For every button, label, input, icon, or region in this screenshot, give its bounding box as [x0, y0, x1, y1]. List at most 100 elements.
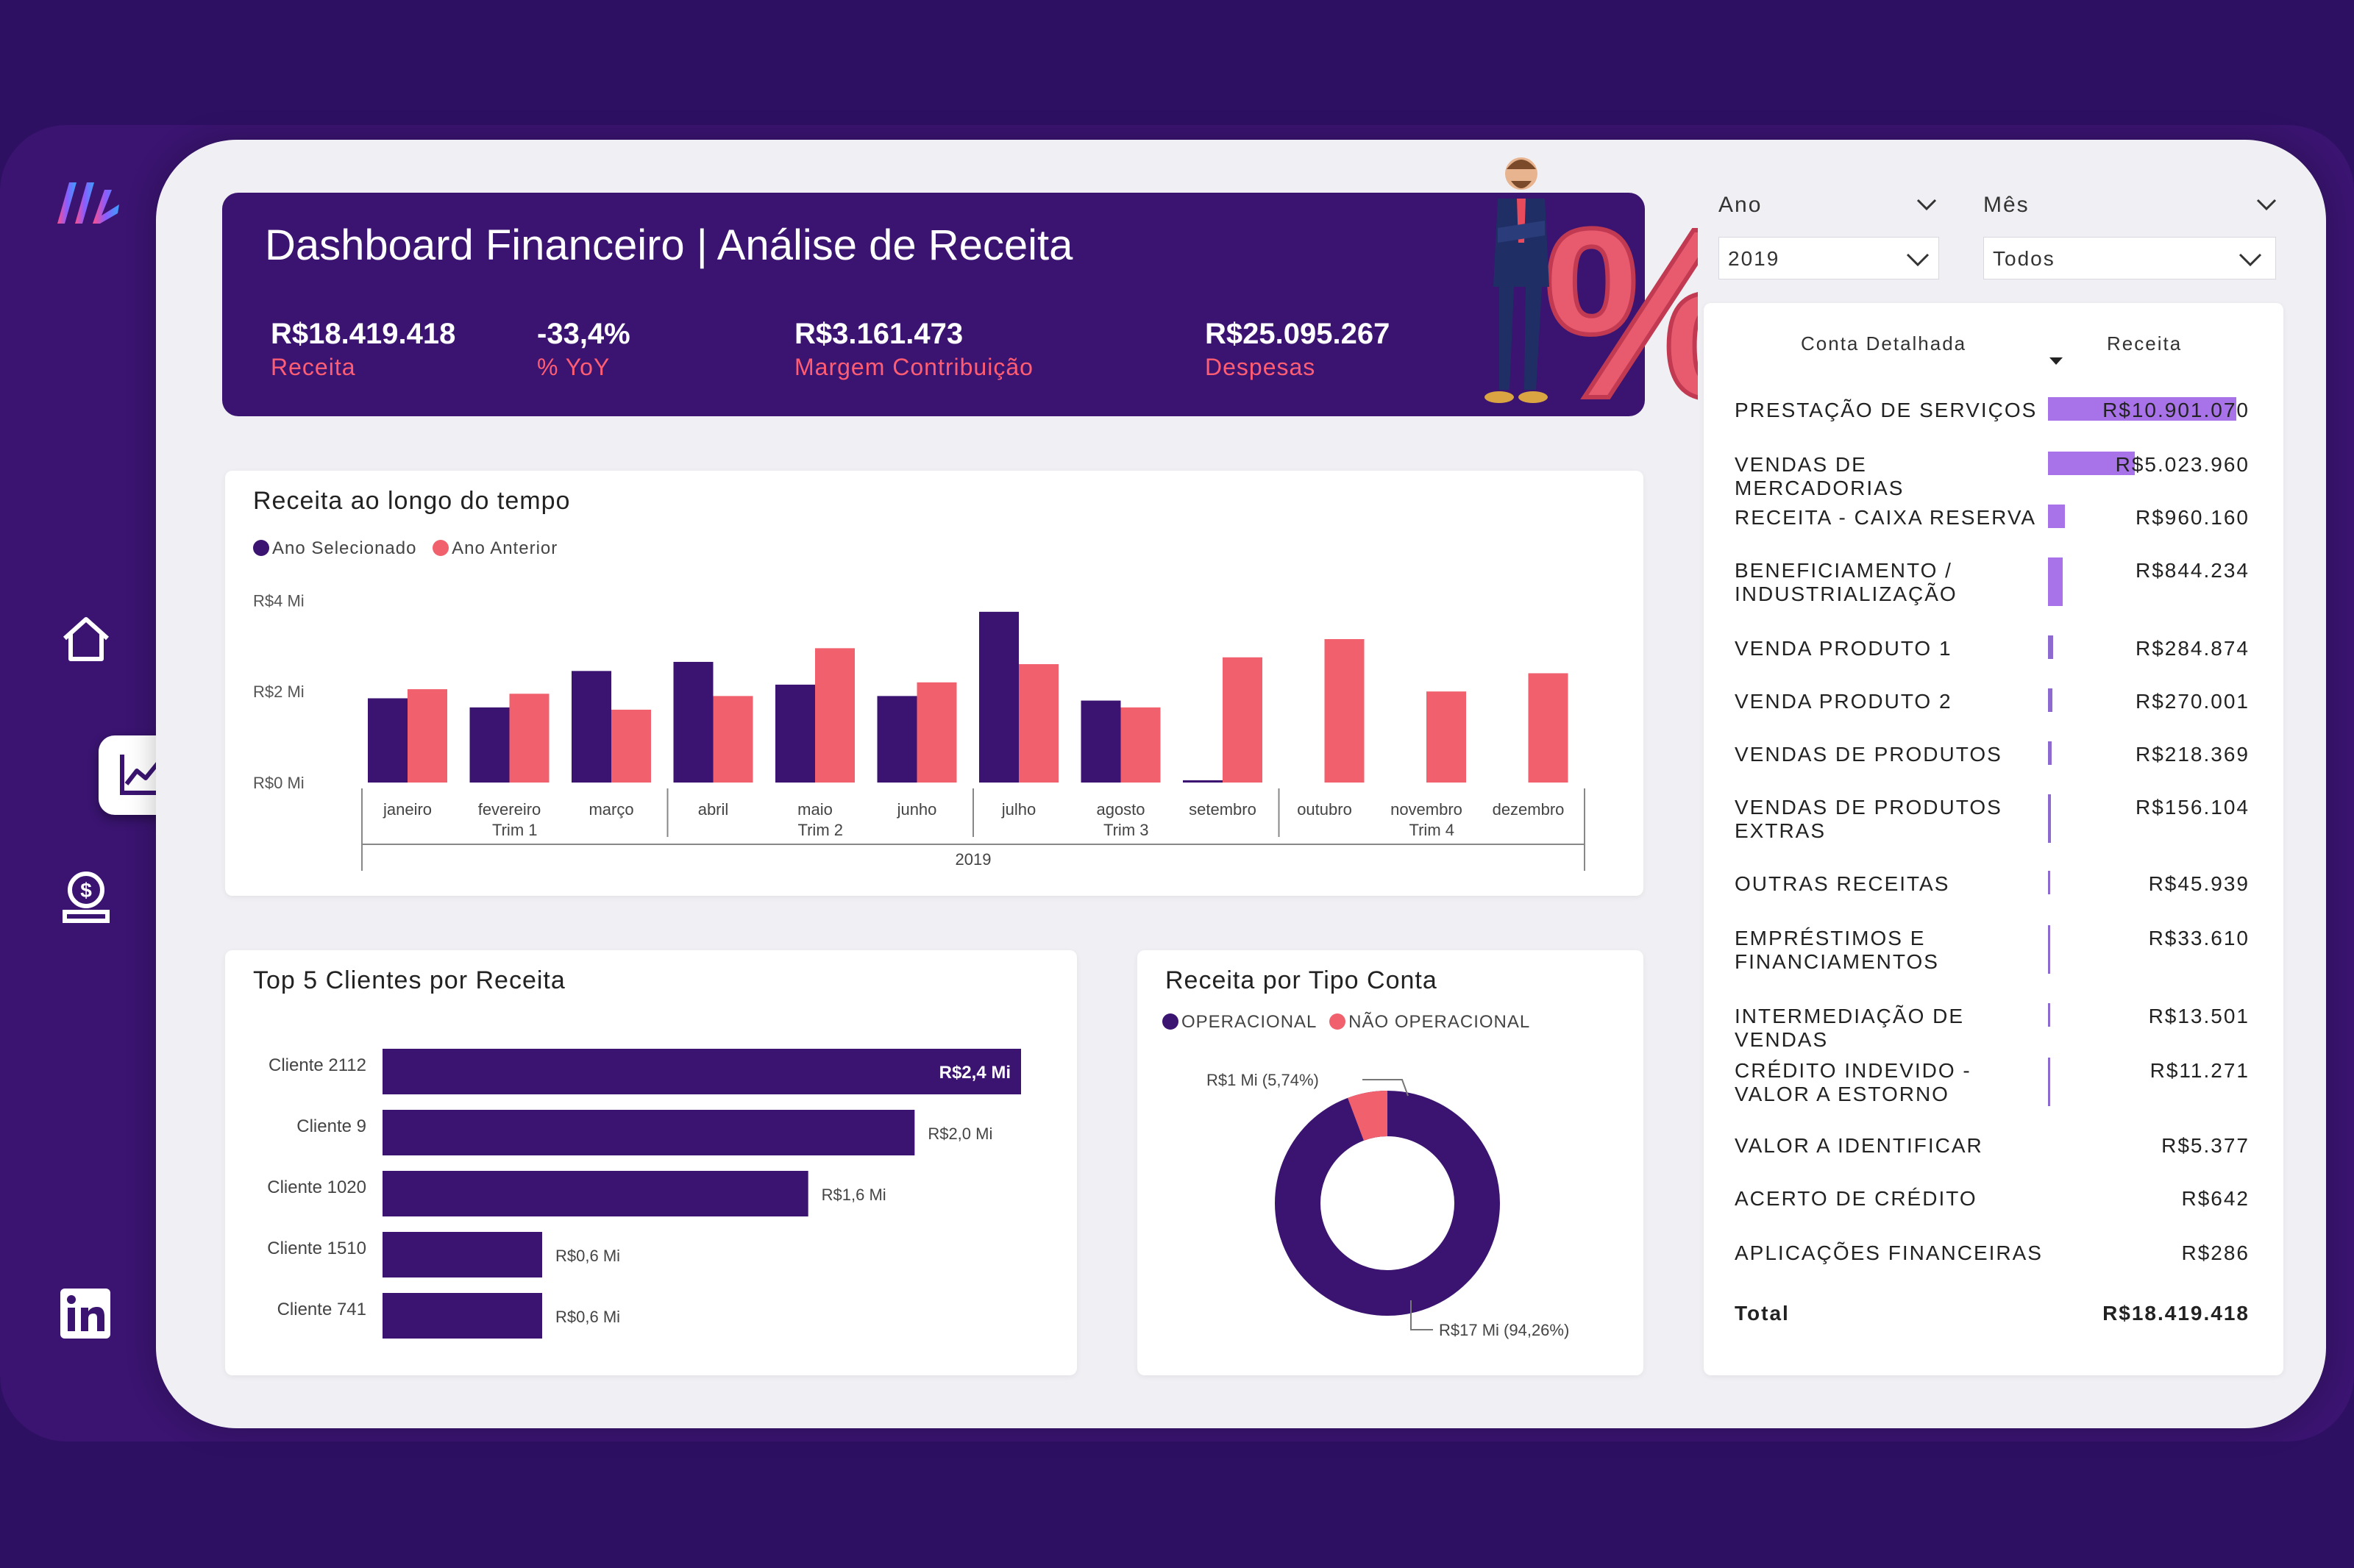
row-revenue-bar [2048, 1058, 2050, 1106]
row-revenue-bar [2048, 557, 2063, 606]
kpi-value: R$3.161.473 [794, 318, 964, 350]
row-account-name: APLICAÇÕES FINANCEIRAS [1735, 1241, 2043, 1264]
kpi-label: Despesas [1205, 354, 1316, 380]
row-revenue-value: R$286 [2181, 1241, 2250, 1264]
row-account-name: EMPRÉSTIMOS E FINANCIAMENTOS [1735, 927, 1939, 973]
clients-chart-svg: Cliente 2112 R$2,4 Mi Cliente 9 R$2,0 Mi Cli… [267, 1049, 1021, 1339]
x-tick-label: agosto [1096, 800, 1145, 819]
time-chart-card: Receita ao longo do tempo Ano Selecionad… [225, 471, 1643, 896]
bar-selected-year [368, 698, 408, 783]
bar-previous-year [1120, 707, 1161, 783]
total-value: R$18.419.418 [2102, 1302, 2250, 1325]
quarter-label: Trim 4 [1409, 821, 1454, 839]
chevron-down-icon[interactable] [1916, 197, 1938, 212]
money-icon[interactable]: $ [60, 868, 112, 927]
client-label: Cliente 1020 [267, 1177, 366, 1197]
bar-selected-year [1183, 780, 1223, 783]
client-label: Cliente 9 [296, 1116, 366, 1136]
x-tick-label: junho [897, 800, 937, 819]
linkedin-icon[interactable] [60, 1289, 110, 1342]
client-label: Cliente 1510 [267, 1239, 366, 1258]
bar-previous-year [1019, 664, 1059, 783]
bar-selected-year [673, 661, 714, 783]
chevron-down-icon[interactable] [2238, 252, 2263, 268]
x-tick-label: setembro [1189, 800, 1256, 819]
row-account-name: OUTRAS RECEITAS [1735, 872, 1950, 895]
row-revenue-value: R$844.234 [2135, 559, 2250, 582]
row-revenue-value: R$5.377 [2161, 1134, 2250, 1157]
home-icon[interactable] [60, 615, 112, 667]
bar-previous-year [509, 694, 550, 783]
x-tick-label: fevereiro [478, 800, 541, 819]
client-bar [383, 1049, 1021, 1094]
clients-chart-card: Top 5 Clientes por Receita Cliente 2112 R… [225, 950, 1077, 1375]
row-revenue-bar [2048, 794, 2051, 843]
mascot-illustration: % [1462, 147, 1761, 451]
x-tick-label: novembro [1390, 800, 1462, 819]
quarter-label: Trim 2 [797, 821, 843, 839]
bar-selected-year [877, 696, 917, 783]
y-tick-label: R$0 Mi [253, 774, 305, 792]
donut-label-large: R$17 Mi (94,26%) [1439, 1321, 1569, 1339]
logo-icon[interactable] [50, 175, 124, 238]
chevron-down-icon[interactable] [2255, 197, 2277, 212]
row-account-name: VALOR A IDENTIFICAR [1735, 1134, 1983, 1157]
row-account-name: VENDA PRODUTO 2 [1735, 690, 1952, 713]
client-label: Cliente 741 [277, 1300, 366, 1319]
donut-chart-svg: R$1 Mi (5,74%) R$17 Mi (94,26%) [1206, 1071, 1569, 1339]
x-tick-label: julho [1001, 800, 1036, 819]
row-revenue-bar [2048, 688, 2053, 712]
bar-selected-year [1081, 700, 1121, 783]
client-bar [383, 1232, 542, 1277]
row-account-name: PRESTAÇÃO DE SERVIÇOS [1735, 399, 2038, 421]
bar-previous-year [1528, 673, 1568, 783]
bar-previous-year [1426, 691, 1466, 783]
row-revenue-value: R$5.023.960 [2115, 453, 2250, 476]
filter-year-label: Ano [1718, 193, 1763, 217]
bar-previous-year [408, 689, 447, 783]
row-revenue-value: R$13.501 [2148, 1005, 2250, 1027]
quarter-label: Trim 1 [492, 821, 538, 839]
donut-chart-card: Receita por Tipo Conta OPERACIONAL NÃO O… [1137, 950, 1643, 1375]
row-revenue-value: R$642 [2181, 1187, 2250, 1210]
row-account-name: ACERTO DE CRÉDITO [1735, 1187, 1977, 1210]
x-tick-label: maio [797, 800, 833, 819]
revenue-table-card: Conta Detalhada Receita PRESTAÇÃO DE SER… [1704, 303, 2283, 1375]
row-revenue-value: R$284.874 [2135, 637, 2250, 660]
bar-selected-year [572, 671, 611, 783]
bar-previous-year [1324, 639, 1365, 783]
page-title: Dashboard Financeiro | Análise de Receit… [265, 221, 1073, 269]
row-revenue-bar [2048, 1003, 2050, 1027]
kpi-value: -33,4% [537, 318, 630, 350]
chevron-down-icon[interactable] [1905, 252, 1930, 268]
x-tick-label: março [588, 800, 633, 819]
month-select[interactable]: Todos [1983, 237, 2276, 279]
bar-previous-year [815, 648, 855, 783]
row-account-name: VENDA PRODUTO 1 [1735, 637, 1952, 660]
table-header-revenue[interactable]: Receita [2107, 332, 2182, 355]
kpi-despesas: R$25.095.267 Despesas [1205, 318, 1390, 381]
kpi-label: % YoY [537, 354, 611, 380]
bar-selected-year [469, 707, 510, 783]
table-header-account[interactable]: Conta Detalhada [1801, 332, 1966, 355]
kpi-yoy: -33,4% % YoY [537, 318, 630, 381]
row-revenue-value: R$156.104 [2135, 796, 2250, 819]
kpi-receita: R$18.419.418 Receita [271, 318, 455, 381]
client-bar [383, 1293, 542, 1339]
row-account-name: INTERMEDIAÇÃO DE VENDAS [1735, 1005, 1965, 1051]
row-revenue-value: R$218.369 [2135, 743, 2250, 766]
client-bar [383, 1171, 808, 1216]
sort-desc-icon[interactable] [2048, 356, 2064, 366]
row-account-name: BENEFICIAMENTO / INDUSTRIALIZAÇÃO [1735, 559, 1957, 605]
client-value-label: R$2,4 Mi [939, 1063, 1011, 1083]
client-value-label: R$1,6 Mi [822, 1186, 886, 1204]
kpi-label: Margem Contribuição [794, 354, 1034, 380]
filter-month[interactable]: Mês Todos [1983, 193, 2277, 279]
client-label: Cliente 2112 [269, 1055, 366, 1075]
x-tick-label: abril [698, 800, 729, 819]
filter-year[interactable]: Ano 2019 [1718, 193, 1939, 279]
kpi-margem: R$3.161.473 Margem Contribuição [794, 318, 1034, 381]
svg-text:%: % [1543, 177, 1698, 419]
y-tick-label: R$4 Mi [253, 591, 305, 610]
bar-previous-year [917, 682, 957, 783]
